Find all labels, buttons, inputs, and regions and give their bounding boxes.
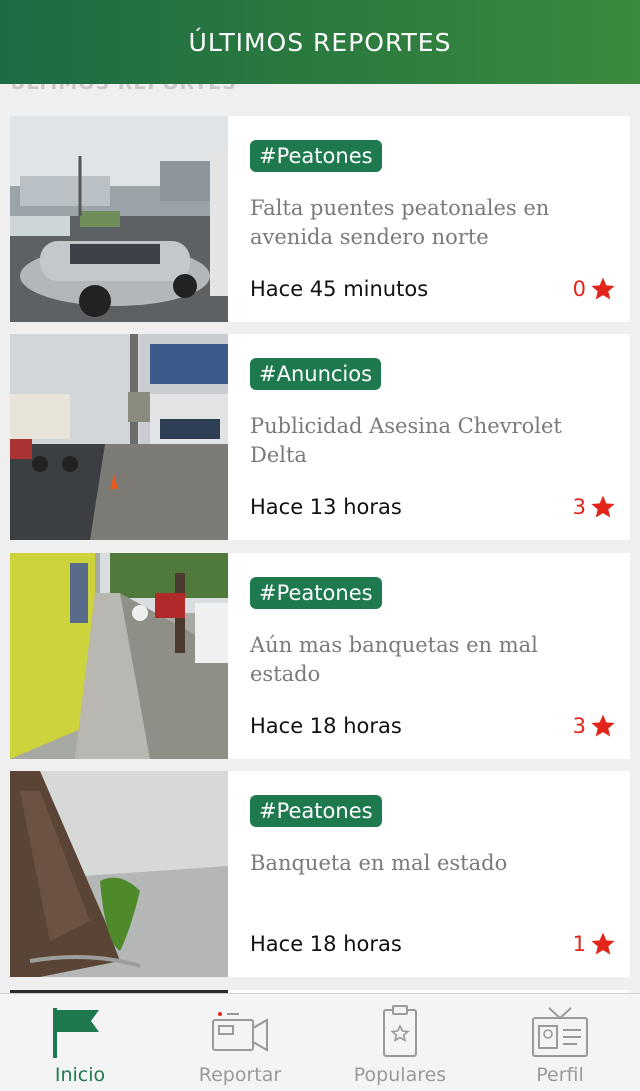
report-card[interactable]: #Peatones Aún mas banquetas en mal estad… xyxy=(10,553,630,759)
category-tag[interactable]: #Anuncios xyxy=(250,358,382,390)
star-count-value: 3 xyxy=(572,495,586,519)
star-count[interactable]: 3 xyxy=(573,494,616,520)
report-title: Aún mas banquetas en mal estado xyxy=(250,633,538,686)
page-title: ÚLTIMOS REPORTES xyxy=(188,27,452,57)
bottom-tab-bar: Inicio Reportar Populares Perfil xyxy=(0,993,640,1091)
star-count-value: 3 xyxy=(572,714,586,738)
report-time: Hace 13 horas xyxy=(250,495,402,519)
star-count-value: 0 xyxy=(572,277,586,301)
report-thumbnail xyxy=(10,334,228,540)
star-count[interactable]: 3 xyxy=(573,713,616,739)
report-title: Falta puentes peatonales en avenida send… xyxy=(250,196,550,249)
category-tag[interactable]: #Peatones xyxy=(250,795,382,827)
report-time: Hace 18 horas xyxy=(250,714,402,738)
id-card-icon xyxy=(532,1007,588,1057)
star-count[interactable]: 1 xyxy=(573,931,616,957)
star-count[interactable]: 0 xyxy=(573,276,616,302)
tab-label: Inicio xyxy=(54,1064,106,1086)
report-card-body: #Anuncios Publicidad Asesina Chevrolet D… xyxy=(228,334,630,540)
star-count-value: 1 xyxy=(572,932,586,956)
flag-icon xyxy=(53,1008,99,1058)
top-navigation-bar: ÚLTIMOS REPORTES xyxy=(0,0,640,84)
report-title: Banqueta en mal estado xyxy=(250,851,508,875)
report-card-body: #Peatones Aún mas banquetas en mal estad… xyxy=(228,553,630,759)
report-title: Publicidad Asesina Chevrolet Delta xyxy=(250,414,562,467)
star-icon xyxy=(591,714,615,737)
report-time: Hace 18 horas xyxy=(250,932,402,956)
tab-label: Perfil xyxy=(536,1064,584,1086)
report-thumbnail xyxy=(10,553,228,759)
video-camera-icon xyxy=(212,1012,268,1052)
clipboard-star-icon xyxy=(383,1005,417,1057)
report-card[interactable]: #Peatones Banqueta en mal estado Hace 18… xyxy=(10,771,630,977)
tab-populares[interactable]: Populares xyxy=(320,994,480,1091)
tab-label: Reportar xyxy=(198,1064,282,1086)
star-icon xyxy=(591,277,615,300)
report-card-body: #Peatones Falta puentes peatonales en av… xyxy=(228,116,630,322)
tab-label: Populares xyxy=(353,1064,447,1086)
tab-perfil[interactable]: Perfil xyxy=(480,994,640,1091)
star-icon xyxy=(591,495,615,518)
category-tag[interactable]: #Peatones xyxy=(250,140,382,172)
report-card[interactable]: #Anuncios Publicidad Asesina Chevrolet D… xyxy=(10,334,630,540)
star-icon xyxy=(591,932,615,955)
report-time: Hace 45 minutos xyxy=(250,277,429,301)
report-card-body: #Peatones Banqueta en mal estado Hace 18… xyxy=(228,771,630,977)
report-card[interactable]: #Peatones Falta puentes peatonales en av… xyxy=(10,116,630,322)
tab-reportar[interactable]: Reportar xyxy=(160,994,320,1091)
report-thumbnail xyxy=(10,771,228,977)
category-tag[interactable]: #Peatones xyxy=(250,577,382,609)
report-thumbnail xyxy=(10,116,228,322)
tab-inicio[interactable]: Inicio xyxy=(0,994,160,1091)
